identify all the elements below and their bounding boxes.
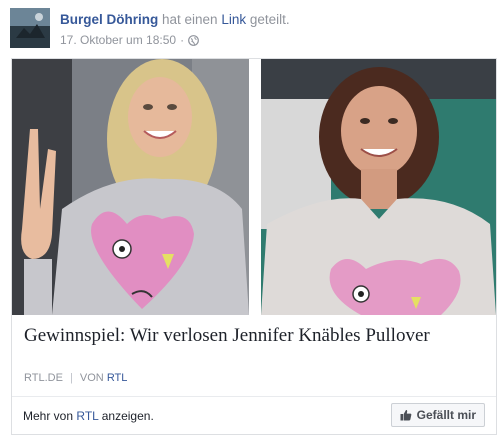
action-prefix: hat einen xyxy=(162,12,218,27)
source-domain: RTL.DE xyxy=(24,372,63,384)
more-prefix: Mehr von xyxy=(23,409,74,423)
photo-left[interactable] xyxy=(12,59,249,315)
card-title[interactable]: Gewinnspiel: Wir verlosen Jennifer Knäbl… xyxy=(24,325,430,347)
author-name[interactable]: Burgel Döhring xyxy=(60,12,158,27)
source-separator: | xyxy=(69,372,73,384)
card-footer: Mehr von RTL anzeigen. Gefällt mir xyxy=(12,396,496,434)
card-images[interactable] xyxy=(12,59,496,315)
post-headline: Burgel Döhring hat einen Link geteilt. xyxy=(60,12,290,27)
photo-right[interactable] xyxy=(261,59,496,315)
see-more-text: Mehr von RTL anzeigen. xyxy=(23,409,154,423)
post-meta: 17. Oktober um 18:50 · xyxy=(60,33,199,47)
like-page-button[interactable]: Gefällt mir xyxy=(390,403,485,427)
post-timestamp[interactable]: 17. Oktober um 18:50 xyxy=(60,33,176,47)
thumbs-up-icon xyxy=(400,409,412,421)
more-suffix: anzeigen. xyxy=(101,409,154,423)
source-name-link[interactable]: RTL xyxy=(107,372,128,384)
meta-separator: · xyxy=(180,33,185,47)
post-header: Burgel Döhring hat einen Link geteilt. 1… xyxy=(10,8,494,52)
action-link[interactable]: Link xyxy=(221,12,246,27)
more-brand-link[interactable]: RTL xyxy=(76,409,98,423)
avatar[interactable] xyxy=(10,8,50,48)
like-button-label: Gefällt mir xyxy=(416,408,476,422)
link-preview-card[interactable]: Gewinnspiel: Wir verlosen Jennifer Knäbl… xyxy=(11,58,497,435)
action-suffix: geteilt. xyxy=(249,12,290,27)
globe-icon[interactable] xyxy=(188,34,199,46)
card-source: RTL.DE | VON RTL xyxy=(24,372,127,384)
source-by: VON xyxy=(79,372,104,384)
